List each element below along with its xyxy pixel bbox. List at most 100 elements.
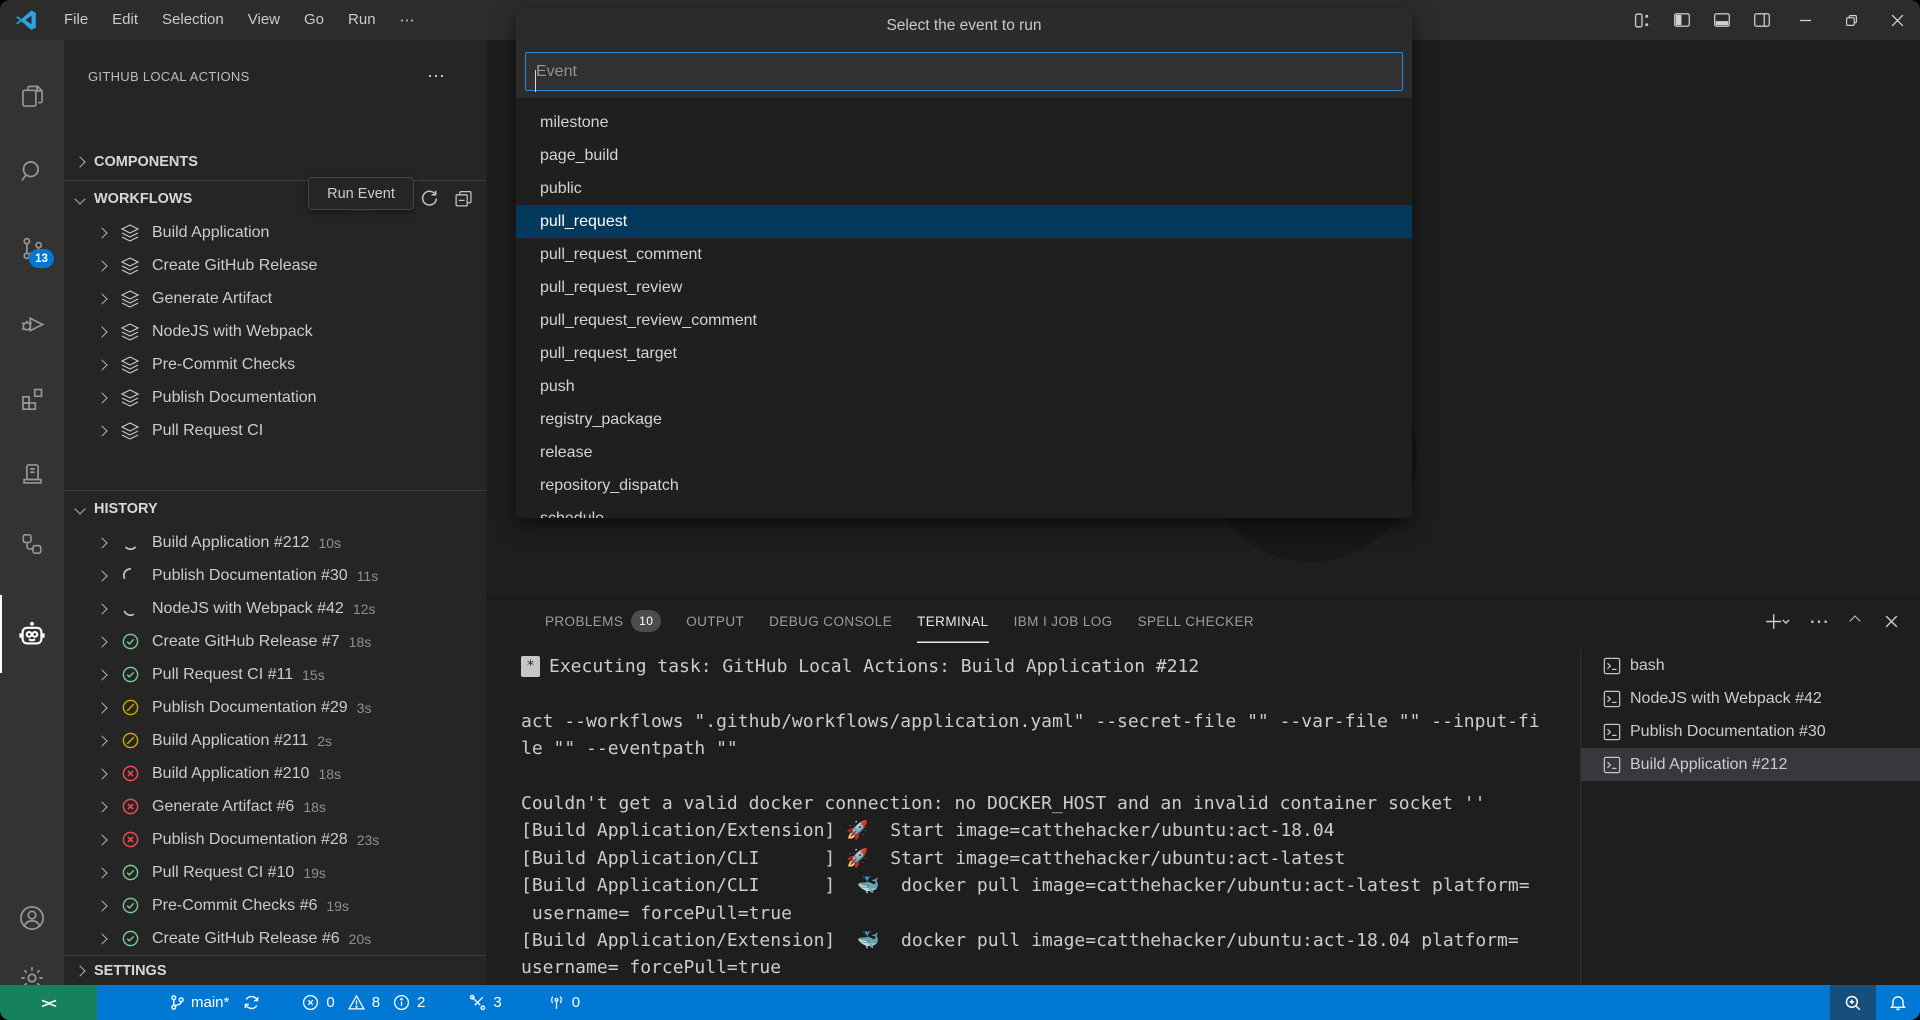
chevron-right-icon <box>74 965 85 976</box>
close-button[interactable] <box>1874 0 1920 40</box>
event-input[interactable] <box>525 52 1403 91</box>
menu-file[interactable]: File <box>52 7 100 33</box>
extensions-icon[interactable] <box>0 372 64 424</box>
run-debug-icon[interactable] <box>0 298 64 350</box>
history-row[interactable]: Publish Documentation #28 23s <box>64 823 486 856</box>
tools-count: 3 <box>493 994 501 1011</box>
quickpick-item[interactable]: schedule <box>516 502 1412 518</box>
quickpick-item[interactable]: pull_request_review <box>516 271 1412 304</box>
quickpick-item-selected[interactable]: pull_request <box>516 205 1412 238</box>
tab-ibm-i-job-log[interactable]: IBM I JOB LOG <box>1014 599 1113 643</box>
section-history[interactable]: HISTORY <box>64 490 486 527</box>
workflow-row[interactable]: NodeJS with Webpack <box>64 315 486 348</box>
restore-button[interactable] <box>1828 0 1874 40</box>
hierarchy-icon[interactable] <box>0 518 64 570</box>
history-duration: 18s <box>349 634 372 650</box>
source-control-icon[interactable]: 13 <box>0 222 64 274</box>
quickpick-item[interactable]: release <box>516 436 1412 469</box>
warning-count: 8 <box>372 994 380 1011</box>
tools-status-item[interactable]: 3 <box>469 994 501 1011</box>
refresh-icon[interactable] <box>416 185 442 211</box>
branch-status-item[interactable]: main* <box>169 994 229 1011</box>
history-row[interactable]: Pull Request CI #10 19s <box>64 856 486 889</box>
tab-problems[interactable]: PROBLEMS 10 <box>545 599 661 643</box>
quickpick-item[interactable]: push <box>516 370 1412 403</box>
remote-indicator[interactable]: >< <box>0 985 97 1020</box>
problems-status-item[interactable]: 0 8 2 <box>302 994 425 1011</box>
quickpick-item[interactable]: public <box>516 172 1412 205</box>
panel-more-icon[interactable]: ⋯ <box>1808 610 1830 632</box>
terminal-output[interactable]: * Executing task: GitHub Local Actions: … <box>521 653 1581 985</box>
toggle-secondary-sidebar-icon[interactable] <box>1742 0 1782 40</box>
history-duration: 19s <box>303 865 326 881</box>
maximize-panel-icon[interactable] <box>1844 610 1866 632</box>
workflow-row[interactable]: Pull Request CI <box>64 414 486 447</box>
remote-explorer-icon[interactable] <box>0 448 64 500</box>
terminal-list-item[interactable]: NodeJS with Webpack #42 <box>1581 682 1920 715</box>
toggle-panel-icon[interactable] <box>1702 0 1742 40</box>
accounts-icon[interactable] <box>0 892 64 944</box>
error-count: 0 <box>326 994 334 1011</box>
toggle-sidebar-icon[interactable] <box>1662 0 1702 40</box>
workflow-row[interactable]: Pre-Commit Checks <box>64 348 486 381</box>
menu-go[interactable]: Go <box>292 7 336 33</box>
zoom-status-item[interactable] <box>1830 985 1876 1020</box>
quickpick-item[interactable]: pull_request_comment <box>516 238 1412 271</box>
section-components[interactable]: COMPONENTS <box>64 144 486 180</box>
close-panel-icon[interactable] <box>1880 610 1902 632</box>
customize-layout-icon[interactable] <box>1622 0 1662 40</box>
terminal-list-item[interactable]: bash <box>1581 649 1920 682</box>
quickpick-item[interactable]: registry_package <box>516 403 1412 436</box>
quickpick-item[interactable]: milestone <box>516 106 1412 139</box>
section-settings[interactable]: SETTINGS <box>64 955 486 986</box>
search-icon[interactable] <box>0 145 64 197</box>
tab-output[interactable]: OUTPUT <box>686 599 744 643</box>
history-row[interactable]: Build Application #210 18s <box>64 757 486 790</box>
github-local-actions-icon[interactable] <box>0 595 64 673</box>
history-row[interactable]: Publish Documentation #29 3s <box>64 691 486 724</box>
menu-overflow[interactable]: ⋯ <box>388 7 427 33</box>
quickpick-item[interactable]: pull_request_review_comment <box>516 304 1412 337</box>
history-row[interactable]: Build Application #212 10s <box>64 526 486 559</box>
workflow-row[interactable]: Create GitHub Release <box>64 249 486 282</box>
explorer-icon[interactable] <box>0 70 64 122</box>
history-row[interactable]: Create GitHub Release #6 20s <box>64 922 486 955</box>
history-row[interactable]: Build Application #211 2s <box>64 724 486 757</box>
bottom-panel: PROBLEMS 10 OUTPUT DEBUG CONSOLE TERMINA… <box>486 598 1920 985</box>
tab-spell-checker[interactable]: SPELL CHECKER <box>1138 599 1255 643</box>
history-label: Create GitHub Release #7 <box>152 633 340 651</box>
terminal-list-item-selected[interactable]: Build Application #212 <box>1581 748 1920 781</box>
history-label: Build Application #212 <box>152 534 309 552</box>
history-row[interactable]: NodeJS with Webpack #42 12s <box>64 592 486 625</box>
sync-status-item[interactable] <box>243 994 260 1011</box>
quickpick-item[interactable]: pull_request_target <box>516 337 1412 370</box>
layers-icon <box>120 256 140 276</box>
history-label: Generate Artifact #6 <box>152 798 294 816</box>
workflow-row[interactable]: Build Application <box>64 216 486 249</box>
quickpick-item[interactable]: page_build <box>516 139 1412 172</box>
sidebar-more-actions-icon[interactable]: ⋯ <box>422 62 450 90</box>
menu-selection[interactable]: Selection <box>150 7 236 33</box>
menu-edit[interactable]: Edit <box>100 7 150 33</box>
ports-count: 0 <box>572 994 580 1011</box>
history-row[interactable]: Pre-Commit Checks #6 19s <box>64 889 486 922</box>
tab-debug-console[interactable]: DEBUG CONSOLE <box>769 599 892 643</box>
menu-view[interactable]: View <box>236 7 292 33</box>
workflow-row[interactable]: Generate Artifact <box>64 282 486 315</box>
new-terminal-icon[interactable] <box>1764 610 1794 632</box>
terminal-list-item[interactable]: Publish Documentation #30 <box>1581 715 1920 748</box>
ports-status-item[interactable]: 0 <box>548 994 580 1011</box>
history-duration: 19s <box>326 898 349 914</box>
notifications-bell-icon[interactable] <box>1876 985 1920 1020</box>
history-row[interactable]: Generate Artifact #6 18s <box>64 790 486 823</box>
menu-run[interactable]: Run <box>336 7 388 33</box>
minimize-button[interactable] <box>1782 0 1828 40</box>
history-row[interactable]: Create GitHub Release #7 18s <box>64 625 486 658</box>
collapse-all-icon[interactable] <box>450 185 476 211</box>
quickpick-item[interactable]: repository_dispatch <box>516 469 1412 502</box>
terminal-list: bash NodeJS with Webpack #42 Publish Doc… <box>1580 649 1920 985</box>
history-row[interactable]: Pull Request CI #11 15s <box>64 658 486 691</box>
tab-terminal[interactable]: TERMINAL <box>917 599 988 643</box>
workflow-row[interactable]: Publish Documentation <box>64 381 486 414</box>
history-row[interactable]: Publish Documentation #30 11s <box>64 559 486 592</box>
